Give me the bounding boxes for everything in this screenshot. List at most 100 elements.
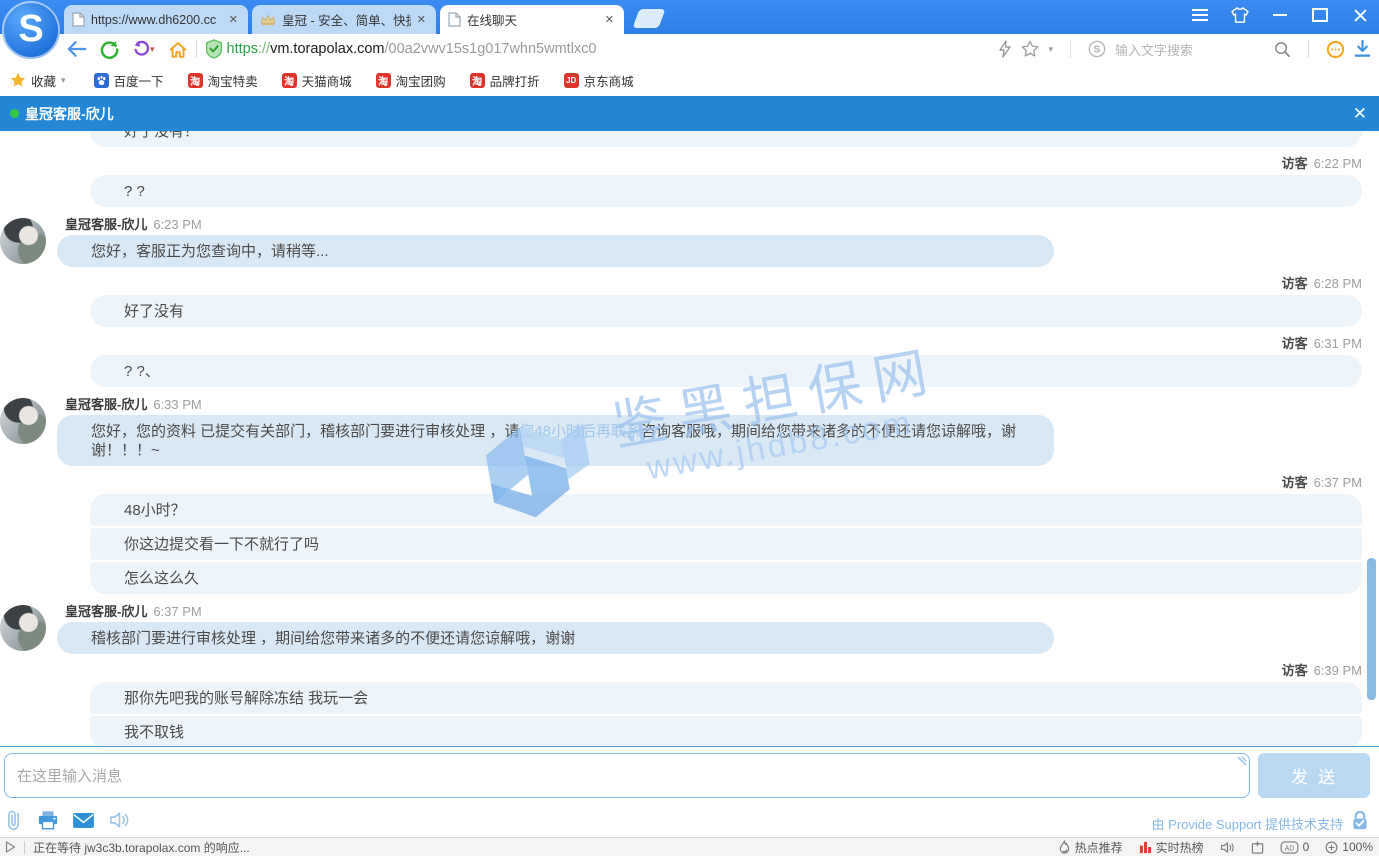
agent-bubble: 稽核部门要进行审核处理 ，期间给您带来诸多的不便还请您谅解哦，谢谢 [57,622,1054,654]
address-bar[interactable]: https://vm.torapolax.com/00a2vwv15s1g017… [227,41,597,57]
agent-label: 皇冠客服-欣儿6:23 PM [65,216,1379,233]
ad-badge-icon: AD [1280,841,1299,854]
close-button[interactable] [1347,4,1373,26]
visitor-bubble: 48小时？ [90,494,1362,526]
speaker-icon [1220,841,1235,854]
window-controls [1187,0,1373,30]
url-host: vm.torapolax.com [270,41,384,57]
ad-count: 0 [1303,840,1310,854]
refresh-icon[interactable] [100,40,119,59]
agent-avatar [0,218,46,264]
favorite-star-icon[interactable] [1021,40,1039,58]
loading-status-text: 正在等待 jw3c3b.torapolax.com 的响应... [33,839,250,856]
sound-icon[interactable] [108,810,131,830]
bookmark-item-3[interactable]: 淘天猫商城 [282,71,352,90]
visitor-bubble: 好了没有 [90,295,1362,327]
email-icon[interactable] [72,812,95,829]
tab-3[interactable]: 在线聊天 ✕ [440,5,624,34]
online-status-icon [10,109,19,118]
download-icon[interactable] [1354,40,1371,58]
status-bar: 正在等待 jw3c3b.torapolax.com 的响应... 热点推荐 实时… [0,837,1379,856]
tab-2[interactable]: 皇冠 - 安全、简单、快捷 ✕ [252,5,436,34]
agent-bubble: 您好，客服正为您查询中，请稍等... [57,235,1054,267]
visitor-bubble: ? ?、 [90,355,1362,387]
add-box-button[interactable] [1251,841,1264,854]
agent-message-group: 皇冠客服-欣儿6:33 PM您好，您的资料 已提交有关部门，稽核部门要进行审核处… [0,396,1379,466]
maximize-button[interactable] [1307,4,1333,26]
visitor-bubble: ? ? [90,175,1362,207]
chat-close-icon[interactable]: ✕ [1353,104,1367,124]
bookmark-item-4[interactable]: 淘淘宝团购 [376,71,446,90]
bookmark-item-6[interactable]: JD京东商城 [564,71,634,90]
bookmark-label: 淘宝团购 [396,71,446,90]
visitor-label: 访客6:28 PM [0,275,1362,292]
box-plus-icon [1251,841,1264,854]
chat-message-list: 好了没有？访客6:22 PM? ?皇冠客服-欣儿6:23 PM您好，客服正为您查… [0,131,1379,746]
skin-icon[interactable] [1227,4,1253,26]
lightning-icon[interactable] [998,40,1012,58]
zoom-level: 100% [1342,840,1373,854]
menu-icon[interactable] [1187,4,1213,26]
browser-window: S https://www.dh6200.cc✕皇冠 - 安全、简单、快捷✕在线… [0,0,1379,856]
bookmark-label: 淘宝特卖 [208,71,258,90]
tab-close-icon[interactable]: ✕ [415,13,428,26]
visitor-label: 访客6:37 PM [0,474,1362,491]
visitor-label: 访客6:39 PM [0,662,1362,679]
tab-1[interactable]: https://www.dh6200.cc✕ [64,5,248,34]
agent-avatar [0,605,46,651]
favorites-menu[interactable]: 收藏 ▾ [10,71,66,90]
bookmarks-items: 百度一下淘淘宝特卖淘天猫商城淘淘宝团购淘品牌打折JD京东商城 [94,71,658,90]
back-icon[interactable] [66,40,87,58]
agent-message-group: 皇冠客服-欣儿6:37 PM 稽核部门要进行审核处理 ，期间给您带来诸多的不便还请… [0,603,1379,654]
attachment-icon[interactable] [3,808,24,832]
chat-input-area: 发送 由 Provide Support 提供技术支持 [0,746,1379,839]
mute-button[interactable] [1220,841,1235,854]
page-favicon-icon [448,12,461,27]
security-shield-icon[interactable] [205,39,223,59]
play-icon[interactable] [5,841,16,853]
ad-filter-button[interactable]: AD 0 [1280,840,1310,854]
sogou-logo[interactable]: S [2,1,60,59]
agent-avatar [0,398,46,444]
tab-close-icon[interactable]: ✕ [227,13,240,26]
search-input[interactable]: 输入文字搜索 [1115,40,1265,59]
agent-label: 皇冠客服-欣儿6:37 PM [65,603,1379,620]
powered-by-link[interactable]: 由 Provide Support 提供技术支持 [1152,814,1343,833]
send-button[interactable]: 发送 [1258,753,1370,798]
zoom-button[interactable]: 100% [1325,840,1373,854]
chat-tools [3,808,131,832]
favorite-dropdown-icon[interactable]: ▾ [1048,44,1053,55]
smiley-icon[interactable] [1326,40,1345,59]
chat-agent-title: 皇冠客服-欣儿 [25,104,114,124]
hot-recommend-button[interactable]: 热点推荐 [1058,839,1123,856]
visitor-label: 访客6:31 PM [0,335,1362,352]
message-input[interactable] [4,753,1250,798]
tab-close-icon[interactable]: ✕ [603,13,616,26]
chat-messages: 好了没有？访客6:22 PM? ?皇冠客服-欣儿6:23 PM您好，客服正为您查… [0,131,1379,746]
print-icon[interactable] [37,810,59,831]
agent-bubble: 您好，您的资料 已提交有关部门，稽核部门要进行审核处理 ，请您48小时后再联系咨… [57,415,1054,466]
bookmark-item-1[interactable]: 百度一下 [94,71,164,90]
visitor-bubble: 怎么这么久 [90,562,1362,594]
favorites-caret-icon: ▾ [61,75,66,86]
undo-dropdown-icon[interactable]: ▾ [150,44,155,55]
bookmarks-bar: 收藏 ▾ 百度一下淘淘宝特卖淘天猫商城淘淘宝团购淘品牌打折JD京东商城 [0,64,1379,97]
hot-list-button[interactable]: 实时热榜 [1139,839,1204,856]
undo-icon[interactable]: ▾ [132,40,155,58]
tab-title: 在线聊天 [467,10,599,29]
home-icon[interactable] [168,40,188,59]
page-favicon-icon [72,12,85,27]
search-magnifier-icon[interactable] [1274,41,1291,58]
tao-icon: 淘 [470,73,485,88]
tao-icon: 淘 [188,73,203,88]
flame-icon [1058,840,1071,854]
jd-icon: JD [564,73,579,88]
url-scheme: https [227,41,258,57]
minimize-button[interactable] [1267,4,1293,26]
bookmark-item-2[interactable]: 淘淘宝特卖 [188,71,258,90]
chat-scrollbar-thumb[interactable] [1367,558,1376,700]
visitor-bubble: 那你先吧我的账号解除冻结 我玩一会 [90,682,1362,714]
bookmark-item-5[interactable]: 淘品牌打折 [470,71,540,90]
visitor-label: 访客6:22 PM [0,155,1362,172]
tab-title: 皇冠 - 安全、简单、快捷 [282,10,411,29]
